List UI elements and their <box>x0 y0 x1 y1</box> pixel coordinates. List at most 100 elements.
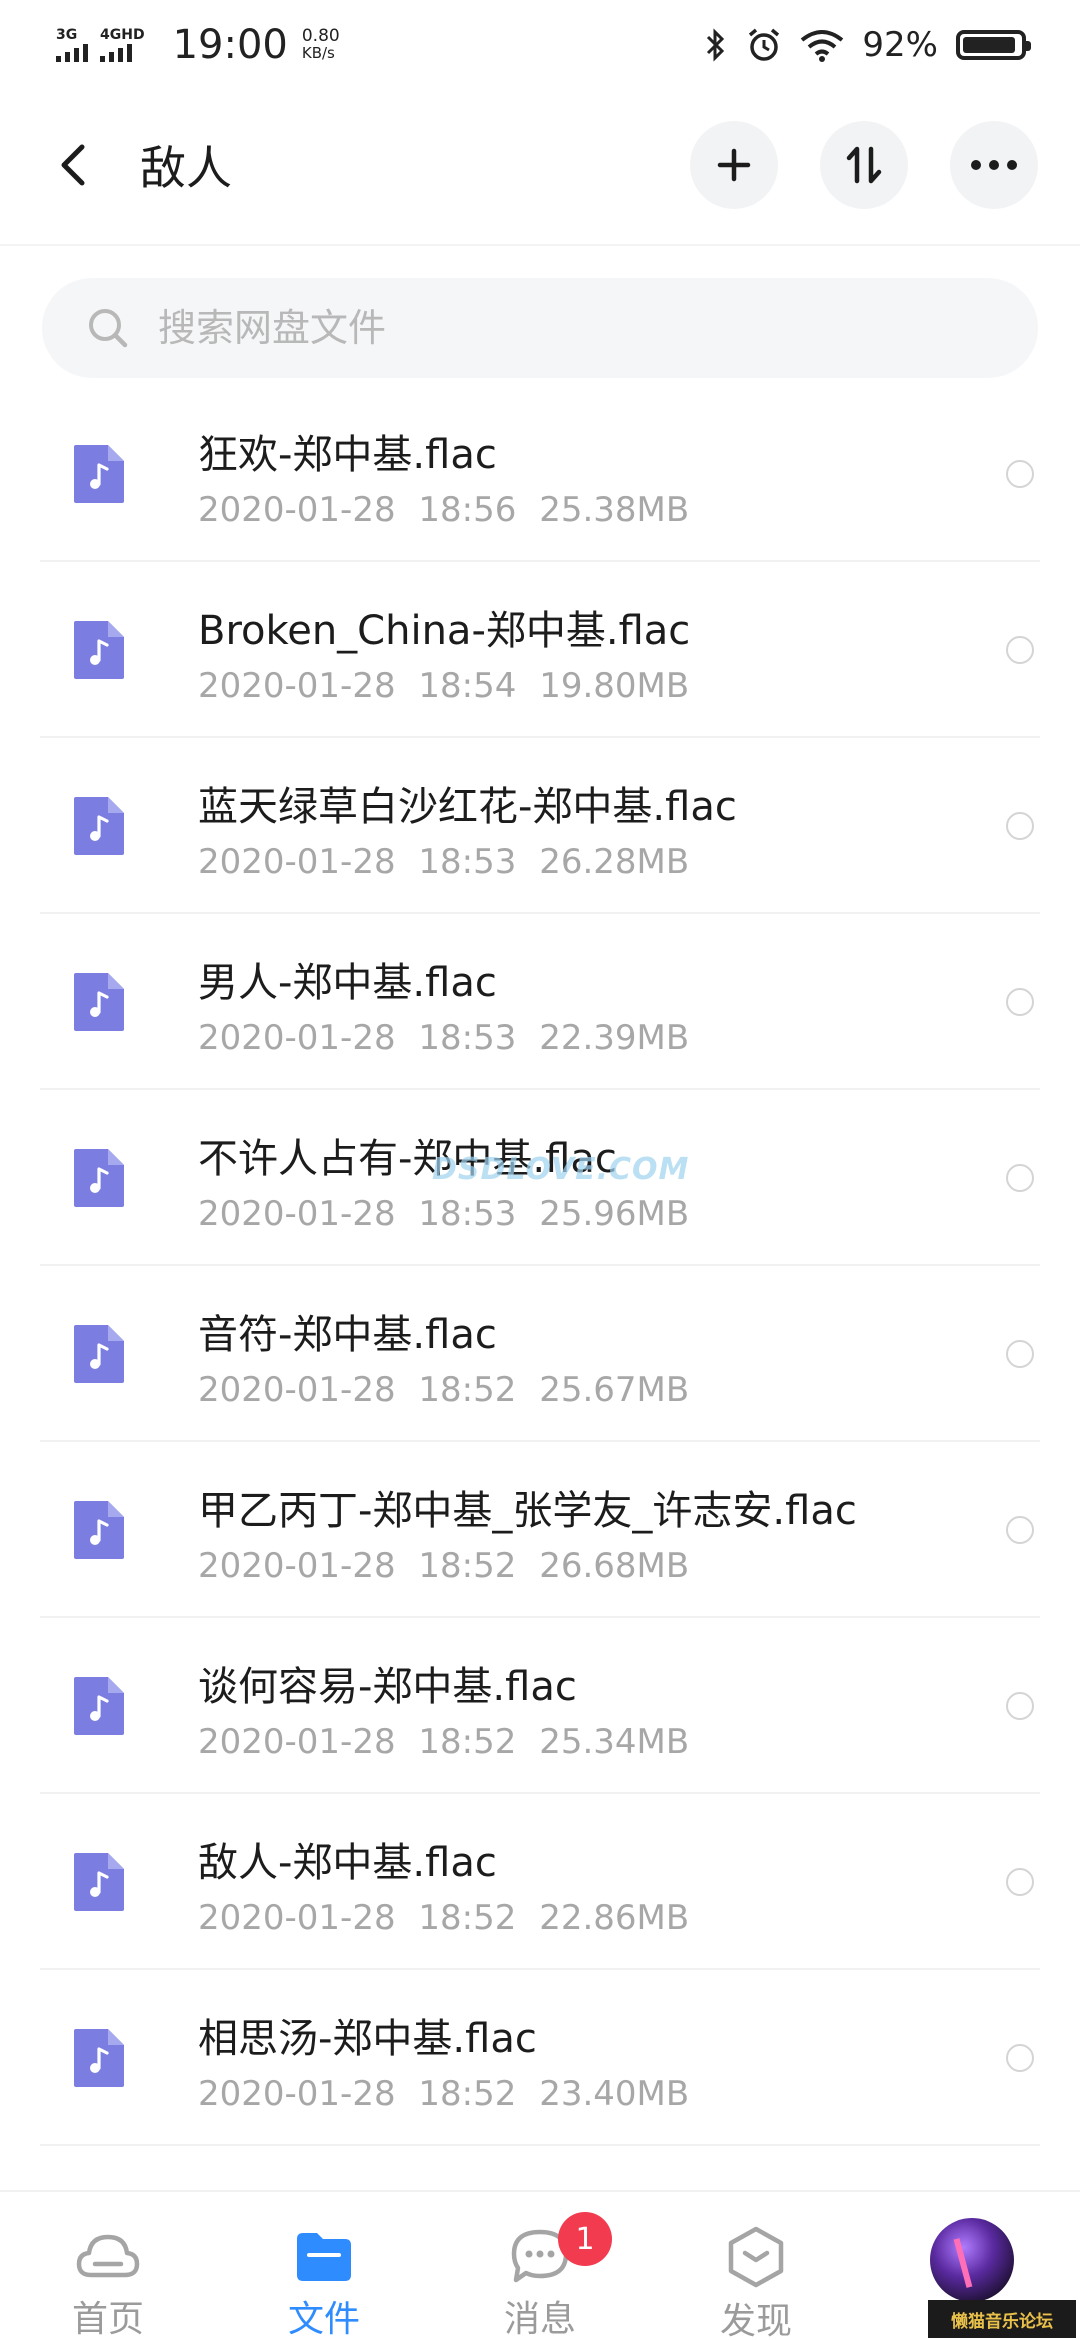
file-meta: 2020-01-28 18:52 23.40MB <box>198 2074 689 2114</box>
select-checkbox[interactable] <box>1006 1868 1034 1896</box>
file-time: 18:52 <box>418 2074 517 2114</box>
nav-files[interactable]: 文件 <box>216 2192 432 2340</box>
audio-file-icon <box>74 1853 124 1911</box>
header-divider <box>0 244 1080 246</box>
file-size: 19.80MB <box>539 666 690 706</box>
select-checkbox[interactable] <box>1006 1516 1034 1544</box>
file-row[interactable]: 狂欢-郑中基.flac 2020-01-28 18:56 25.38MB <box>0 386 1080 562</box>
file-row[interactable]: 男人-郑中基.flac 2020-01-28 18:53 22.39MB <box>0 914 1080 1090</box>
speed-value: 0.80 <box>301 26 340 46</box>
file-row[interactable]: 谈何容易-郑中基.flac 2020-01-28 18:52 25.34MB <box>0 1618 1080 1794</box>
file-size: 26.68MB <box>539 1546 690 1586</box>
file-text: 甲乙丙丁-郑中基_张学友_许志安.flac 2020-01-28 18:52 26… <box>198 1478 857 1586</box>
network-type-2: 4GHD <box>100 27 145 43</box>
chevron-left-icon <box>61 144 85 186</box>
file-name: 狂欢-郑中基.flac <box>198 432 497 478</box>
signal-3g: 3G <box>56 28 88 62</box>
audio-file-icon <box>74 2029 124 2087</box>
file-meta: 2020-01-28 18:52 22.86MB <box>198 1898 689 1938</box>
watermark: DSDLOVE.COM <box>432 1152 690 1187</box>
file-name: 音符-郑中基.flac <box>198 1312 497 1358</box>
file-list: 狂欢-郑中基.flac 2020-01-28 18:56 25.38MB Broke… <box>0 386 1080 2146</box>
nav-discover[interactable]: 发现 <box>648 2192 864 2340</box>
file-size: 22.86MB <box>539 1898 690 1938</box>
battery-icon <box>956 30 1031 60</box>
select-checkbox[interactable] <box>1006 2044 1034 2072</box>
alarm-icon <box>749 28 780 61</box>
file-meta: 2020-01-28 18:52 26.68MB <box>198 1546 857 1586</box>
file-text: 狂欢-郑中基.flac 2020-01-28 18:56 25.38MB <box>198 422 689 530</box>
select-checkbox[interactable] <box>1006 988 1034 1016</box>
battery-percent: 92% <box>862 25 938 65</box>
add-icon <box>717 148 751 182</box>
file-date: 2020-01-28 <box>198 1722 396 1762</box>
status-bar: 3G 4GHD 19:00 0.80 KB/s 92% <box>0 0 1080 90</box>
file-time: 18:53 <box>418 1194 517 1234</box>
audio-file-icon <box>74 1501 124 1559</box>
avatar <box>930 2218 1014 2302</box>
file-date: 2020-01-28 <box>198 2074 396 2114</box>
file-meta: 2020-01-28 18:56 25.38MB <box>198 490 689 530</box>
file-text: 敌人-郑中基.flac 2020-01-28 18:52 22.86MB <box>198 1830 689 1938</box>
select-checkbox[interactable] <box>1006 1340 1034 1368</box>
file-size: 25.67MB <box>539 1370 690 1410</box>
file-date: 2020-01-28 <box>198 1194 396 1234</box>
sort-icon <box>846 146 882 184</box>
file-time: 18:52 <box>418 1722 517 1762</box>
folder-icon <box>289 2226 359 2286</box>
audio-file-icon <box>74 797 124 855</box>
file-name: Broken_China-郑中基.flac <box>198 608 691 654</box>
file-size: 23.40MB <box>539 2074 690 2114</box>
more-button[interactable] <box>950 121 1038 209</box>
file-row[interactable]: Broken_China-郑中基.flac 2020-01-28 18:54 19… <box>0 562 1080 738</box>
file-time: 18:53 <box>418 842 517 882</box>
file-name: 敌人-郑中基.flac <box>198 1840 497 1886</box>
audio-file-icon <box>74 445 124 503</box>
file-row[interactable]: 音符-郑中基.flac 2020-01-28 18:52 25.67MB <box>0 1266 1080 1442</box>
select-checkbox[interactable] <box>1006 1164 1034 1192</box>
nav-discover-label: 发现 <box>719 2301 792 2340</box>
file-meta: 2020-01-28 18:54 19.80MB <box>198 666 690 706</box>
bluetooth-icon <box>707 28 725 62</box>
file-row[interactable]: 敌人-郑中基.flac 2020-01-28 18:52 22.86MB <box>0 1794 1080 1970</box>
top-app-bar: 敌人 <box>0 100 1080 230</box>
search-input[interactable] <box>158 306 958 350</box>
cloud-icon <box>73 2226 143 2286</box>
forum-logo: 懒猫音乐论坛 <box>928 2300 1076 2338</box>
signal-4g: 4GHD <box>100 28 145 62</box>
file-row[interactable]: 甲乙丙丁-郑中基_张学友_许志安.flac 2020-01-28 18:52 26… <box>0 1442 1080 1618</box>
file-text: 谈何容易-郑中基.flac 2020-01-28 18:52 25.34MB <box>198 1654 689 1762</box>
file-name: 谈何容易-郑中基.flac <box>198 1664 577 1710</box>
select-checkbox[interactable] <box>1006 636 1034 664</box>
file-date: 2020-01-28 <box>198 666 396 706</box>
file-time: 18:52 <box>418 1546 517 1586</box>
file-date: 2020-01-28 <box>198 490 396 530</box>
file-text: Broken_China-郑中基.flac 2020-01-28 18:54 19… <box>198 598 690 706</box>
nav-files-label: 文件 <box>287 2299 360 2340</box>
back-button[interactable] <box>52 144 92 186</box>
nav-home[interactable]: 首页 <box>0 2192 216 2340</box>
sort-button[interactable] <box>820 121 908 209</box>
file-row[interactable]: 蓝天绿草白沙红花-郑中基.flac 2020-01-28 18:53 26.28M… <box>0 738 1080 914</box>
file-size: 25.38MB <box>539 490 690 530</box>
file-row[interactable]: 相思汤-郑中基.flac 2020-01-28 18:52 23.40MB <box>0 1970 1080 2146</box>
wifi-icon <box>801 30 844 62</box>
network-speed: 0.80 KB/s <box>302 28 340 62</box>
file-time: 18:53 <box>418 1018 517 1058</box>
search-bar[interactable] <box>42 278 1038 378</box>
audio-file-icon <box>74 621 124 679</box>
select-checkbox[interactable] <box>1006 460 1034 488</box>
select-checkbox[interactable] <box>1006 1692 1034 1720</box>
select-checkbox[interactable] <box>1006 812 1034 840</box>
page-title: 敌人 <box>140 141 232 195</box>
nav-messages[interactable]: 消息 1 <box>432 2192 648 2340</box>
add-button[interactable] <box>690 121 778 209</box>
file-meta: 2020-01-28 18:53 22.39MB <box>198 1018 689 1058</box>
file-meta: 2020-01-28 18:53 26.28MB <box>198 842 737 882</box>
nav-messages-label: 消息 <box>503 2299 576 2340</box>
speed-unit: KB/s <box>301 44 335 62</box>
file-time: 18:56 <box>418 490 517 530</box>
file-name: 甲乙丙丁-郑中基_张学友_许志安.flac <box>198 1488 857 1534</box>
file-meta: 2020-01-28 18:52 25.34MB <box>198 1722 689 1762</box>
nav-home-label: 首页 <box>71 2299 144 2340</box>
